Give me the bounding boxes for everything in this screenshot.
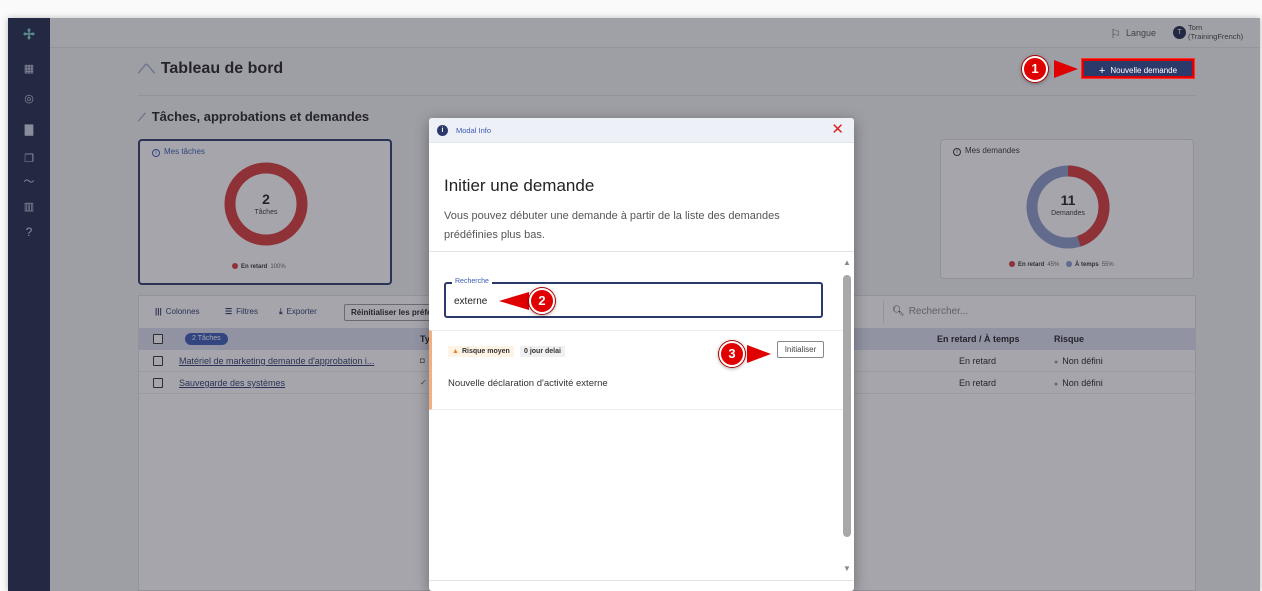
initiate-request-modal: i Modal Info ✕ Initier une demande Vous … xyxy=(429,118,854,591)
callout-arrow xyxy=(1054,60,1078,78)
divider xyxy=(429,580,854,581)
callout-arrow xyxy=(747,345,771,363)
callout-badge: 1 xyxy=(1022,56,1048,82)
search-field-label: Recherche xyxy=(452,278,492,285)
new-request-button-highlight[interactable]: + Nouvelle demande xyxy=(1081,58,1195,79)
callout-badge: 3 xyxy=(719,341,745,367)
modal-title: Initier une demande xyxy=(444,176,595,195)
scrollbar-thumb[interactable] xyxy=(843,275,851,537)
risk-badge-text: Risque moyen xyxy=(461,348,510,355)
scroll-down-icon[interactable]: ▼ xyxy=(843,564,851,573)
list-item[interactable]: ▲ Risque moyen 0 jour delai Initialiser N… xyxy=(429,330,843,410)
close-icon[interactable]: ✕ xyxy=(831,122,844,137)
delay-badge: 0 jour delai xyxy=(520,346,565,357)
request-name: Nouvelle déclaration d'activité externe xyxy=(448,378,608,389)
new-request-label: Nouvelle demande xyxy=(1110,66,1178,75)
warning-icon: ▲ xyxy=(452,348,459,355)
initialize-button[interactable]: Initialiser xyxy=(777,341,824,358)
callout-badge: 2 xyxy=(529,288,555,314)
risk-badge: ▲ Risque moyen xyxy=(448,346,514,357)
modal-description: Vous pouvez débuter une demande à partir… xyxy=(444,210,780,241)
scroll-up-icon[interactable]: ▲ xyxy=(843,258,851,267)
search-value: externe xyxy=(454,296,488,307)
info-icon: i xyxy=(437,125,448,136)
divider xyxy=(429,251,854,252)
screenshot-frame: ✢ ▦ ◎ ▇ ❐ 〜 ▥ ? ⚐ Langue T Tom (TrainingF… xyxy=(0,0,1262,591)
modal-scrollbar[interactable]: ▲ ▼ xyxy=(842,258,852,578)
plus-icon: + xyxy=(1098,65,1106,77)
callout-arrow xyxy=(499,292,529,310)
app-shell: ✢ ▦ ◎ ▇ ❐ 〜 ▥ ? ⚐ Langue T Tom (TrainingF… xyxy=(8,18,1260,591)
modal-header-label: Modal Info xyxy=(456,126,492,135)
modal-header: i Modal Info ✕ xyxy=(429,118,854,143)
